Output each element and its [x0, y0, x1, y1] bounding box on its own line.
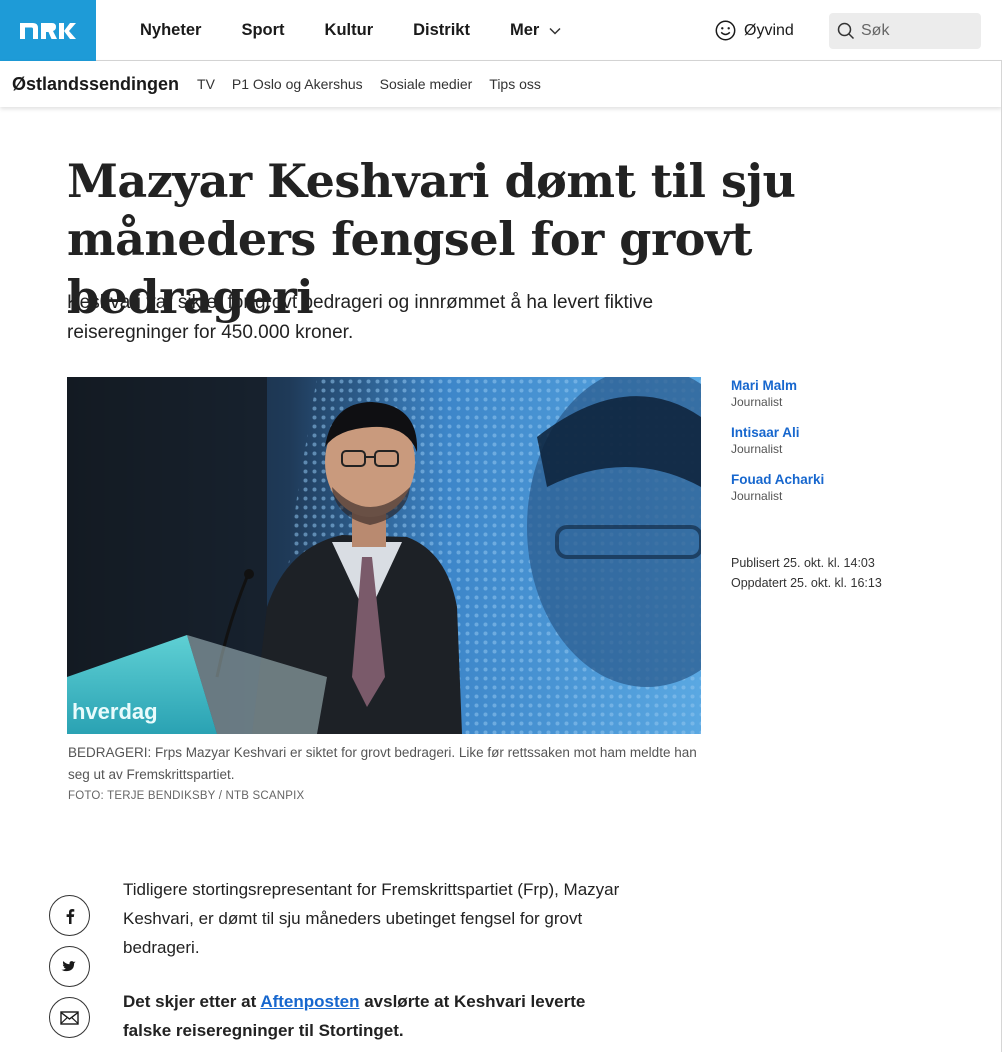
nav-nyheter[interactable]: Nyheter [140, 21, 201, 40]
author-item: Fouad Acharki Journalist [731, 471, 981, 505]
nav-distrikt[interactable]: Distrikt [413, 21, 470, 40]
nav-label: Distrikt [413, 21, 470, 39]
aftenposten-link[interactable]: Aftenposten [260, 992, 359, 1011]
updated-date: Oppdatert 25. okt. kl. 16:13 [731, 576, 882, 590]
article-photo[interactable]: hverdag [67, 377, 701, 734]
author-item: Intisaar Ali Journalist [731, 424, 981, 458]
share-facebook-button[interactable] [49, 895, 90, 936]
subnav-item-tv[interactable]: TV [197, 76, 215, 92]
facebook-icon [66, 908, 74, 924]
smiley-user-icon [715, 20, 736, 41]
author-role: Journalist [731, 442, 783, 456]
photo-credit: FOTO: TERJE BENDIKSBY / NTB SCANPIX [68, 790, 305, 802]
email-icon [60, 1010, 79, 1025]
author-role: Journalist [731, 489, 783, 503]
body-text: Det skjer etter at [123, 992, 261, 1011]
top-bar: Nyheter Sport Kultur Distrikt Mer Øyvind [0, 0, 1002, 61]
author-role: Journalist [731, 395, 783, 409]
twitter-icon [60, 961, 76, 972]
subnav-item-sosiale-medier[interactable]: Sosiale medier [380, 76, 473, 92]
nav-label: Sport [241, 21, 285, 39]
user-name: Øyvind [744, 21, 794, 39]
main-nav: Nyheter Sport Kultur Distrikt Mer [140, 0, 601, 61]
nav-mer[interactable]: Mer [510, 21, 561, 40]
nrk-logo-mark [20, 22, 76, 39]
podium-sign-text: hverdag [72, 699, 158, 724]
nrk-logo[interactable] [0, 0, 96, 61]
author-item: Mari Malm Journalist [731, 377, 981, 411]
nav-label: Nyheter [140, 21, 202, 39]
nav-kultur[interactable]: Kultur [325, 21, 374, 40]
nav-sport[interactable]: Sport [241, 21, 284, 40]
search-box[interactable] [829, 13, 981, 49]
article-dates: Publisert 25. okt. kl. 14:03 Oppdatert 2… [731, 553, 882, 593]
nav-label: Kultur [324, 21, 374, 39]
photo-caption: BEDRAGERI: Frps Mazyar Keshvari er sikte… [68, 745, 697, 782]
nav-label: Mer [509, 21, 540, 39]
byline: Mari Malm Journalist Intisaar Ali Journa… [731, 377, 981, 518]
article-lead: Keshvari var siktet for grovt bedrageri … [67, 292, 654, 343]
author-name[interactable]: Intisaar Ali [731, 424, 981, 441]
author-name[interactable]: Fouad Acharki [731, 471, 981, 488]
district-brand[interactable]: Østlandssendingen [12, 74, 179, 95]
subnav-item-tips-oss[interactable]: Tips oss [489, 76, 541, 92]
body-paragraph-bold: Det skjer etter at Aftenposten avslørte … [123, 987, 623, 1045]
subnav-item-p1[interactable]: P1 Oslo og Akershus [232, 76, 363, 92]
chevron-down-icon [549, 21, 561, 40]
share-email-button[interactable] [49, 997, 90, 1038]
search-icon [837, 22, 855, 40]
sub-nav: Østlandssendingen TV P1 Oslo og Akershus… [0, 61, 1002, 107]
search-input[interactable] [861, 22, 971, 40]
published-date: Publisert 25. okt. kl. 14:03 [731, 556, 875, 570]
user-menu[interactable]: Øyvind [715, 0, 794, 61]
share-twitter-button[interactable] [49, 946, 90, 987]
body-paragraph: Tidligere stortingsrepresentant for Frem… [123, 880, 620, 957]
author-name[interactable]: Mari Malm [731, 377, 981, 394]
